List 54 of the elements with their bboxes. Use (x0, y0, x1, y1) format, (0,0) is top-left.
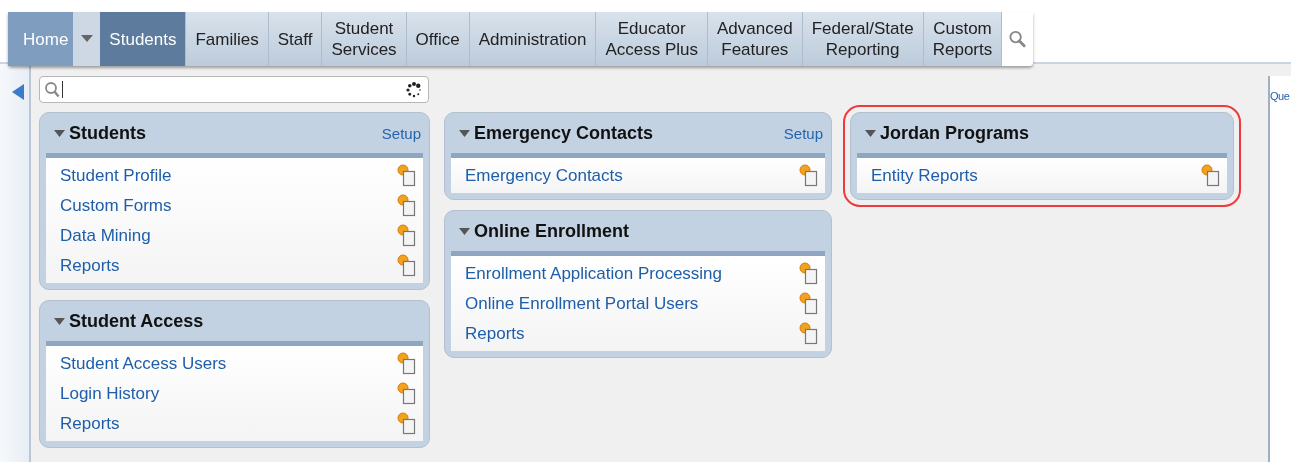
menu-link[interactable]: Online Enrollment Portal Users (465, 294, 699, 314)
menu-tab[interactable]: Educator Access Plus (596, 12, 708, 66)
menu-link[interactable]: Reports (60, 256, 120, 276)
gear-page-icon[interactable] (397, 352, 417, 376)
menu-link[interactable]: Entity Reports (871, 166, 978, 186)
menu-tab[interactable]: Student Services (322, 12, 407, 66)
setup-link[interactable]: Setup (783, 124, 823, 142)
panel-title: Students (69, 122, 146, 144)
menu-tab[interactable]: Families (186, 12, 269, 66)
search-field[interactable] (39, 76, 429, 103)
menu-tab[interactable]: Office (406, 12, 470, 66)
gear-page-icon[interactable] (799, 292, 819, 316)
menu-tab[interactable]: Staff (268, 12, 323, 66)
dropdown-button[interactable] (73, 12, 101, 66)
gear-page-icon[interactable] (397, 164, 417, 188)
gear-page-icon[interactable] (397, 412, 417, 436)
panel-title: Jordan Programs (880, 122, 1030, 144)
search-icon (44, 80, 60, 99)
collapse-triangle-icon[interactable] (54, 317, 65, 325)
menu-link[interactable]: Data Mining (60, 226, 151, 246)
gear-page-icon[interactable] (799, 164, 819, 188)
setup-link[interactable]: Setup (381, 124, 421, 142)
collapse-triangle-icon[interactable] (459, 227, 470, 235)
panel-title: Emergency Contacts (474, 122, 654, 144)
menu-link[interactable]: Enrollment Application Processing (465, 264, 723, 284)
caret-icon (80, 35, 93, 43)
menu-tab[interactable]: Advanced Features (708, 12, 803, 66)
menu-link[interactable]: Reports (60, 414, 120, 434)
collapse-triangle-icon[interactable] (459, 129, 470, 137)
gear-page-icon[interactable] (1201, 164, 1221, 188)
gear-page-icon[interactable] (397, 224, 417, 248)
menu-link[interactable]: Login History (60, 384, 160, 404)
collapse-arrow-icon[interactable] (12, 84, 24, 100)
gear-page-icon[interactable] (397, 382, 417, 406)
menu-link[interactable]: Reports (465, 324, 525, 344)
menu-link[interactable]: Student Access Users (60, 354, 227, 374)
loading-spinner-icon (406, 81, 422, 98)
gear-page-icon[interactable] (397, 194, 417, 218)
gear-page-icon[interactable] (799, 262, 819, 286)
menu-tab[interactable]: Custom Reports (923, 12, 1003, 66)
gear-page-icon[interactable] (799, 322, 819, 346)
search-icon (1008, 29, 1028, 49)
menu-tab[interactable]: Administration (469, 12, 597, 66)
collapse-triangle-icon[interactable] (54, 129, 65, 137)
gear-page-icon[interactable] (397, 254, 417, 278)
panel-title: Online Enrollment (474, 220, 629, 242)
search-button[interactable] (1002, 12, 1034, 66)
menu-link[interactable]: Custom Forms (60, 196, 172, 216)
collapse-triangle-icon[interactable] (865, 129, 876, 137)
panel-title: Student Access (69, 310, 204, 332)
menu-tab[interactable]: Federal/State Reporting (802, 12, 924, 66)
page-link[interactable]: Que (1270, 90, 1291, 102)
menu-tab[interactable]: Students (100, 12, 187, 66)
menu-link[interactable]: Student Profile (60, 166, 172, 186)
